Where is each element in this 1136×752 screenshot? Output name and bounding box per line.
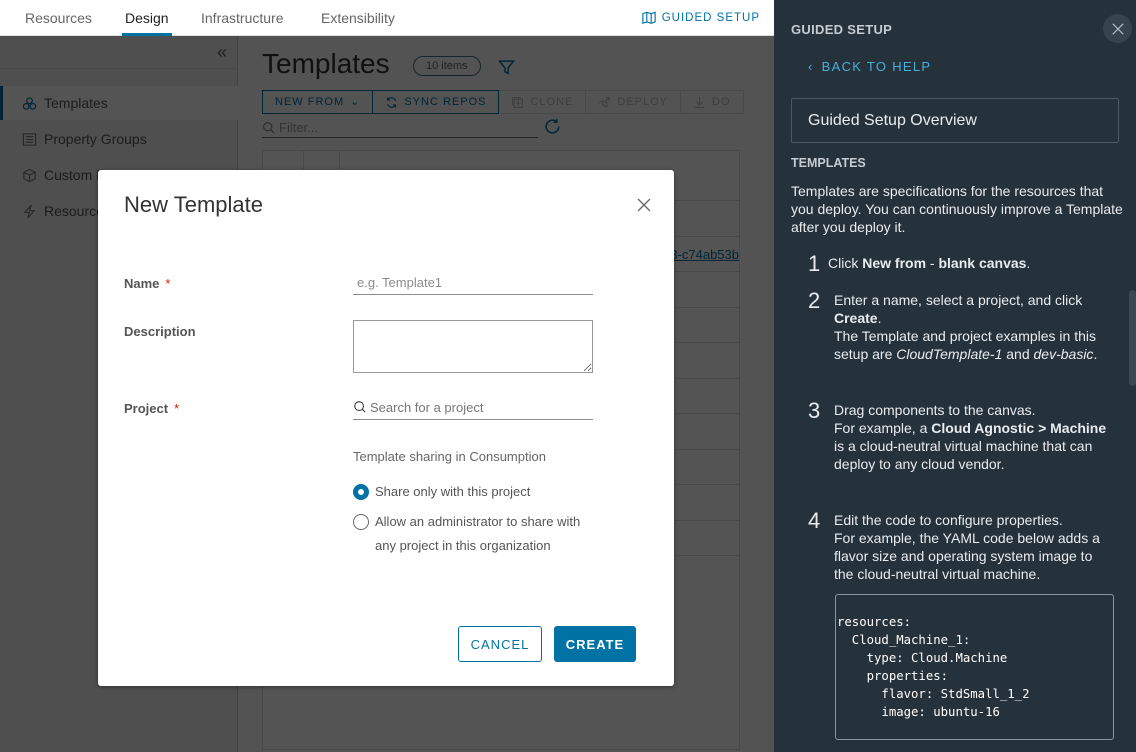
step-number: 3 (808, 398, 821, 423)
panel-heading: GUIDED SETUP (791, 22, 893, 37)
description-textarea[interactable] (353, 320, 593, 373)
step-text: Edit the code to configure properties. Fo… (834, 512, 1100, 582)
radio-button-unchecked[interactable] (353, 514, 369, 530)
guided-setup-overview-select[interactable]: Guided Setup Overview (791, 98, 1119, 143)
radio-share-project[interactable]: Share only with this project (353, 480, 530, 504)
step-text: Enter a name, select a project, and clic… (834, 292, 1098, 362)
intro-text: Templates are specifications for the res… (791, 183, 1123, 235)
step-text: Click New from - blank canvas. (828, 255, 1031, 271)
tab-infrastructure[interactable]: Infrastructure (201, 0, 283, 36)
project-search-input[interactable] (370, 399, 593, 415)
cancel-button[interactable]: CANCEL (458, 626, 542, 662)
radio-button-checked[interactable] (353, 484, 369, 500)
chevron-left-icon: ‹ (808, 59, 814, 74)
close-icon (1111, 22, 1124, 35)
yaml-code: resources: Cloud_Machine_1: type: Cloud.… (837, 615, 1030, 719)
tab-design[interactable]: Design (122, 0, 172, 36)
step-number: 1 (808, 251, 821, 276)
guided-setup-link[interactable]: GUIDED SETUP (642, 0, 760, 36)
radio-share-admin[interactable]: Allow an administrator to share with any… (353, 510, 603, 558)
back-to-help-link[interactable]: ‹ BACK TO HELP (808, 59, 931, 74)
panel-close-button[interactable] (1103, 14, 1132, 43)
name-label: Name * (124, 276, 171, 291)
new-template-dialog: New Template Name* Description Project* … (98, 170, 674, 686)
project-label: Project * (124, 401, 180, 416)
section-title: TEMPLATES (791, 156, 866, 170)
yaml-code-block: resources: Cloud_Machine_1: type: Cloud.… (835, 594, 1114, 740)
create-button[interactable]: CREATE (554, 626, 636, 662)
search-icon (354, 401, 366, 413)
sharing-label: Template sharing in Consumption (353, 449, 546, 464)
guided-setup-label: GUIDED SETUP (661, 12, 760, 24)
tab-resources[interactable]: Resources (25, 0, 92, 36)
step-text: Drag components to the canvas. For exampl… (834, 402, 1107, 472)
required-mark: * (165, 276, 171, 291)
project-search[interactable] (353, 395, 593, 420)
required-mark: * (174, 401, 180, 416)
close-icon[interactable] (636, 197, 652, 213)
top-navigation: Resources Design Infrastructure Extensib… (0, 0, 774, 36)
name-input[interactable] (353, 270, 593, 295)
step-number: 4 (808, 508, 821, 533)
tab-extensibility[interactable]: Extensibility (321, 0, 395, 36)
dialog-title: New Template (124, 192, 263, 217)
description-label: Description (124, 324, 196, 339)
step-number: 2 (808, 288, 821, 313)
map-icon (642, 11, 656, 25)
panel-scrollbar[interactable] (1129, 290, 1136, 386)
radio-label: Share only with this project (375, 484, 531, 499)
radio-label: Allow an administrator to share with any… (375, 514, 581, 553)
guided-setup-panel: GUIDED SETUP ‹ BACK TO HELP Guided Setup… (774, 0, 1136, 752)
